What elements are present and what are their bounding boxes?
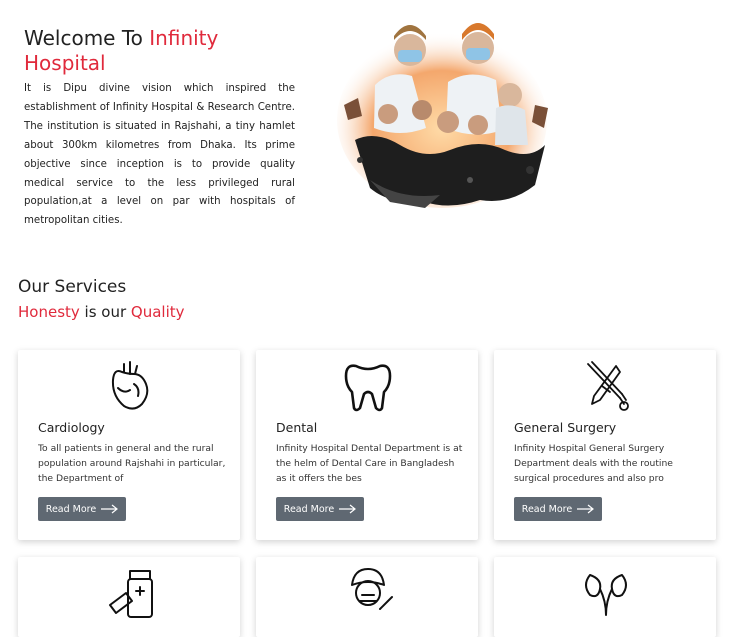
doctors-team-image: [337, 23, 548, 208]
tagline-honesty: Honesty: [18, 303, 80, 321]
service-card-urology: [494, 557, 716, 637]
card-title: General Surgery: [514, 420, 617, 435]
arrow-right-icon: [339, 504, 357, 514]
read-more-button[interactable]: Read More: [38, 497, 126, 521]
read-more-label: Read More: [521, 503, 573, 515]
arrow-right-icon: [101, 504, 119, 514]
card-description: Infinity Hospital Dental Department is a…: [276, 443, 463, 484]
nurse-icon: [351, 568, 393, 610]
welcome-title-prefix: Welcome To: [24, 26, 150, 50]
surgical-tools-icon: [587, 361, 629, 411]
tooth-icon: [344, 364, 392, 412]
read-more-label: Read More: [283, 503, 335, 515]
service-card-pharmacy: [18, 557, 240, 637]
read-more-button[interactable]: Read More: [276, 497, 364, 521]
intro-paragraph: It is Dipu divine vision which inspired …: [24, 83, 295, 227]
card-title: Dental: [276, 420, 318, 435]
read-more-label: Read More: [45, 503, 97, 515]
card-description: Infinity Hospital General Surgery Depart…: [514, 443, 673, 484]
read-more-button[interactable]: Read More: [514, 497, 602, 521]
welcome-title: Welcome To Infinity Hospital: [24, 26, 284, 76]
medicine-bottle-icon: [109, 570, 153, 618]
tagline-middle: is our: [79, 303, 131, 321]
heart-icon: [111, 361, 149, 410]
tagline-quality: Quality: [130, 303, 185, 321]
service-card-dental: Dental Infinity Hospital Dental Departme…: [256, 350, 478, 540]
card-title: Cardiology: [38, 420, 105, 435]
services-heading: Our Services: [18, 277, 127, 297]
arrow-right-icon: [577, 504, 595, 514]
service-card-general-surgery: General Surgery Infinity Hospital Genera…: [494, 350, 716, 540]
service-card-cardiology: Cardiology To all patients in general an…: [18, 350, 240, 540]
service-card-nursing: [256, 557, 478, 637]
services-tagline: Honesty is our Quality: [18, 301, 185, 323]
card-description: To all patients in general and the rural…: [38, 443, 226, 484]
kidney-icon: [585, 574, 627, 616]
